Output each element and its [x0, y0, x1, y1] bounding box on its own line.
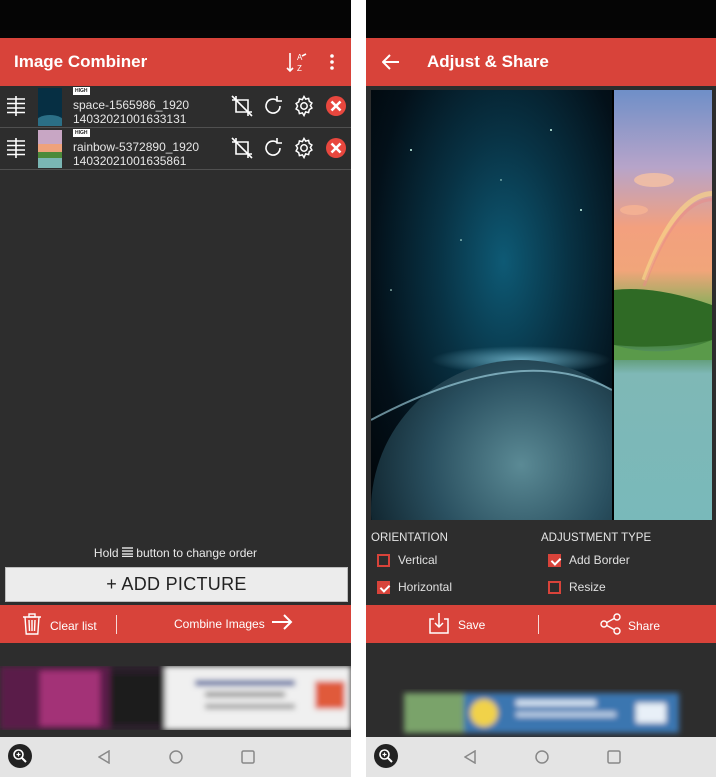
ad-banner[interactable]: [366, 688, 716, 738]
svg-text:A: A: [297, 53, 303, 62]
add-border-checkbox[interactable]: Add Border: [548, 553, 630, 567]
page-title: Adjust & Share: [427, 52, 549, 71]
crop-off-icon[interactable]: [231, 95, 253, 117]
file-name-line-1: space-1565986_1920: [73, 98, 190, 112]
back-nav-icon[interactable]: [97, 749, 110, 769]
adjustment-type-title: ADJUSTMENT TYPE: [541, 532, 652, 544]
checkbox-unchecked[interactable]: [377, 553, 390, 567]
crop-off-icon[interactable]: [231, 137, 253, 159]
resize-checkbox[interactable]: Resize: [548, 580, 606, 594]
quality-badge: HIGH: [73, 129, 90, 137]
combine-images-label: Combine Images: [174, 616, 265, 631]
combine-images-button[interactable]: Combine Images: [174, 614, 293, 633]
image-thumbnail: [38, 130, 62, 168]
space-image: [371, 90, 612, 520]
file-name: space-1565986_1920 14032021001633131: [73, 98, 189, 126]
more-vert-icon[interactable]: [322, 51, 342, 73]
file-name-line-2: 14032021001633131: [73, 112, 187, 126]
status-bar: [366, 0, 716, 38]
checkbox-checked[interactable]: [548, 553, 561, 567]
checkbox-unchecked[interactable]: [548, 580, 561, 594]
file-name-line-1: rainbow-5372890_1920: [73, 140, 200, 154]
status-bar: [0, 0, 351, 38]
option-label: Resize: [569, 580, 606, 594]
recents-nav-icon[interactable]: [607, 750, 621, 769]
orientation-horizontal-checkbox[interactable]: Horizontal: [377, 580, 452, 594]
image-combiner-screen: Image Combiner A Z HIGH space-1565986_19…: [0, 0, 351, 777]
bottom-action-bar: Clear list Combine Images: [0, 605, 351, 643]
svg-text:Z: Z: [297, 64, 302, 73]
download-save-icon: [428, 612, 450, 637]
image-thumbnail: [36, 88, 64, 129]
share-button[interactable]: Share: [600, 613, 660, 638]
reorder-hint: Hold button to change order: [0, 546, 351, 560]
zoom-in-icon[interactable]: [7, 743, 33, 774]
divider: [538, 615, 539, 634]
drag-handle-icon[interactable]: [6, 138, 26, 158]
arrow-right-icon: [271, 614, 293, 633]
settings-gear-icon[interactable]: [293, 94, 315, 118]
clear-list-label: Clear list: [50, 618, 97, 633]
save-label: Save: [458, 617, 486, 632]
add-picture-button[interactable]: + ADD PICTURE: [5, 567, 348, 602]
orientation-title: ORIENTATION: [371, 532, 448, 544]
option-label: Vertical: [398, 553, 438, 567]
save-button[interactable]: Save: [428, 612, 485, 637]
quality-badge: HIGH: [73, 87, 90, 95]
app-bar: Image Combiner A Z: [0, 38, 351, 86]
file-name: rainbow-5372890_1920 14032021001635861: [73, 140, 199, 168]
ad-banner[interactable]: [0, 666, 351, 730]
back-arrow-icon[interactable]: [380, 51, 402, 73]
zoom-in-icon[interactable]: [373, 743, 399, 774]
hint-suffix: button to change order: [136, 546, 258, 560]
trash-icon: [22, 613, 42, 638]
list-item: HIGH rainbow-5372890_1920 14032021001635…: [0, 128, 351, 170]
recents-nav-icon[interactable]: [241, 750, 255, 769]
rotate-icon[interactable]: [262, 95, 284, 117]
orientation-vertical-checkbox[interactable]: Vertical: [377, 553, 437, 567]
clear-list-button[interactable]: Clear list: [22, 613, 97, 638]
drag-handle-icon: [121, 546, 133, 560]
system-nav-bar: [0, 737, 351, 777]
list-item: HIGH space-1565986_1920 1403202100163313…: [0, 86, 351, 129]
adjust-share-screen: Adjust & Share ORIENTATION ADJUSTMENT TY…: [366, 0, 716, 777]
combined-image-preview: [371, 90, 712, 520]
divider: [116, 615, 117, 634]
share-label: Share: [628, 618, 661, 633]
app-bar: Adjust & Share: [366, 38, 716, 86]
file-name-line-2: 14032021001635861: [73, 154, 187, 168]
settings-gear-icon[interactable]: [293, 136, 315, 160]
option-label: Horizontal: [398, 580, 453, 594]
home-nav-icon[interactable]: [535, 750, 549, 769]
option-label: Add Border: [569, 553, 630, 567]
remove-close-icon[interactable]: [325, 137, 347, 159]
sort-alpha-icon[interactable]: A Z: [284, 49, 310, 75]
bottom-action-bar: Save Share: [366, 605, 716, 643]
remove-close-icon[interactable]: [325, 95, 347, 117]
rotate-icon[interactable]: [262, 137, 284, 159]
checkbox-checked[interactable]: [377, 580, 390, 594]
page-title: Image Combiner: [14, 52, 148, 71]
system-nav-bar: [366, 737, 716, 777]
share-icon: [600, 613, 622, 638]
back-nav-icon[interactable]: [463, 749, 476, 769]
home-nav-icon[interactable]: [169, 750, 183, 769]
drag-handle-icon[interactable]: [6, 96, 26, 116]
hint-prefix: Hold: [93, 546, 119, 560]
rainbow-image: [614, 90, 712, 520]
